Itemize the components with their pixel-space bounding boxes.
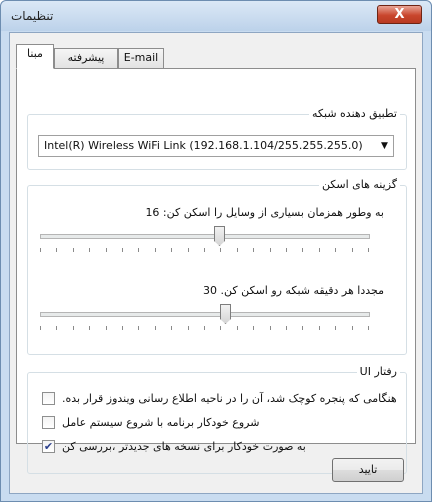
ui-behavior-legend: UI رفتار [356, 365, 400, 378]
settings-window: تنظیمات X مبنا پیشرفته E-mail تطبیق دهند… [0, 0, 432, 502]
slider-thumb[interactable] [220, 304, 231, 324]
network-adapter-value: Intel(R) Wireless WiFi Link (192.168.1.1… [44, 139, 363, 152]
tab-email[interactable]: E-mail [118, 48, 164, 68]
slider-tick [237, 248, 238, 252]
slider-tick [56, 248, 57, 252]
slider-tick [204, 248, 205, 252]
slider-tick [188, 248, 189, 252]
slider-tick [352, 248, 353, 252]
checkbox-label: شروع خودکار برنامه با شروع سیستم عامل [62, 416, 260, 429]
network-adapter-select[interactable]: Intel(R) Wireless WiFi Link (192.168.1.1… [38, 135, 394, 157]
adapter-group-legend: تطبیق دهنده شبکه [309, 107, 400, 120]
adapter-group: تطبیق دهنده شبکه Intel(R) Wireless WiFi … [27, 107, 407, 170]
slider-tick [253, 326, 254, 330]
ok-button[interactable]: تایید [332, 458, 404, 482]
slider-ticks [40, 326, 370, 331]
slider-tick [89, 326, 90, 330]
close-button[interactable]: X [377, 5, 422, 24]
option-check-updates[interactable]: ✔ به صورت خودکار برای نسخه های جدیدتر ،ب… [42, 439, 412, 455]
simultaneous-scan-slider[interactable] [40, 226, 370, 256]
slider-tick [106, 326, 107, 330]
slider-tick [368, 326, 369, 330]
rescan-interval-label: مجددا هر دقیقه شبکه رو اسکن کن. 30 [203, 284, 384, 297]
slider-ticks [40, 248, 370, 253]
slider-tick [138, 248, 139, 252]
slider-tick [352, 326, 353, 330]
checkbox[interactable]: ✔ [42, 440, 55, 453]
slider-tick [171, 248, 172, 252]
tab-panel-basic: تطبیق دهنده شبکه Intel(R) Wireless WiFi … [16, 68, 416, 474]
slider-tick [220, 326, 221, 330]
slider-tick [188, 326, 189, 330]
slider-tick [286, 326, 287, 330]
slider-tick [73, 248, 74, 252]
option-autostart[interactable]: شروع خودکار برنامه با شروع سیستم عامل [42, 415, 412, 431]
tab-strip: مبنا پیشرفته E-mail [10, 33, 422, 69]
slider-tick [319, 248, 320, 252]
checkbox-label: .هنگامی که پنجره کوچک شد، آن را در ناحیه… [62, 392, 397, 405]
slider-tick [56, 326, 57, 330]
slider-tick [270, 326, 271, 330]
tab-basic[interactable]: مبنا [16, 44, 54, 69]
slider-tick [237, 326, 238, 330]
slider-tick [155, 326, 156, 330]
slider-tick [302, 248, 303, 252]
slider-tick [204, 326, 205, 330]
slider-tick [89, 248, 90, 252]
checkbox[interactable] [42, 416, 55, 429]
chevron-down-icon[interactable]: ▼ [376, 136, 393, 156]
slider-tick [319, 326, 320, 330]
slider-tick [302, 326, 303, 330]
slider-tick [335, 326, 336, 330]
slider-tick [155, 248, 156, 252]
slider-tick [368, 248, 369, 252]
slider-tick [138, 326, 139, 330]
slider-tick [122, 326, 123, 330]
close-icon: X [394, 7, 405, 22]
slider-tick [106, 248, 107, 252]
slider-track [40, 234, 370, 239]
checkbox[interactable] [42, 392, 55, 405]
title-bar[interactable]: تنظیمات X [1, 1, 431, 31]
option-minimize-to-tray[interactable]: .هنگامی که پنجره کوچک شد، آن را در ناحیه… [42, 391, 412, 407]
scan-options-group: گزینه های اسکن به وطور همزمان بسیاری از … [27, 178, 407, 355]
checkbox-label: به صورت خودکار برای نسخه های جدیدتر ،برر… [62, 440, 306, 453]
slider-tick [40, 248, 41, 252]
slider-tick [40, 326, 41, 330]
slider-tick [171, 326, 172, 330]
dialog-client-area: مبنا پیشرفته E-mail تطبیق دهنده شبکه Int… [9, 32, 423, 494]
simultaneous-scan-label: به وطور همزمان بسیاری از وسایل را اسکن ک… [145, 206, 384, 219]
slider-tick [220, 248, 221, 252]
slider-tick [122, 248, 123, 252]
slider-thumb[interactable] [214, 226, 225, 246]
checkmark-icon: ✔ [43, 440, 54, 453]
slider-tick [73, 326, 74, 330]
slider-tick [270, 248, 271, 252]
window-title: تنظیمات [11, 9, 54, 23]
slider-track [40, 312, 370, 317]
slider-tick [286, 248, 287, 252]
rescan-interval-slider[interactable] [40, 304, 370, 334]
tab-advanced[interactable]: پیشرفته [54, 48, 118, 68]
slider-tick [253, 248, 254, 252]
slider-tick [335, 248, 336, 252]
scan-options-legend: گزینه های اسکن [318, 178, 400, 191]
